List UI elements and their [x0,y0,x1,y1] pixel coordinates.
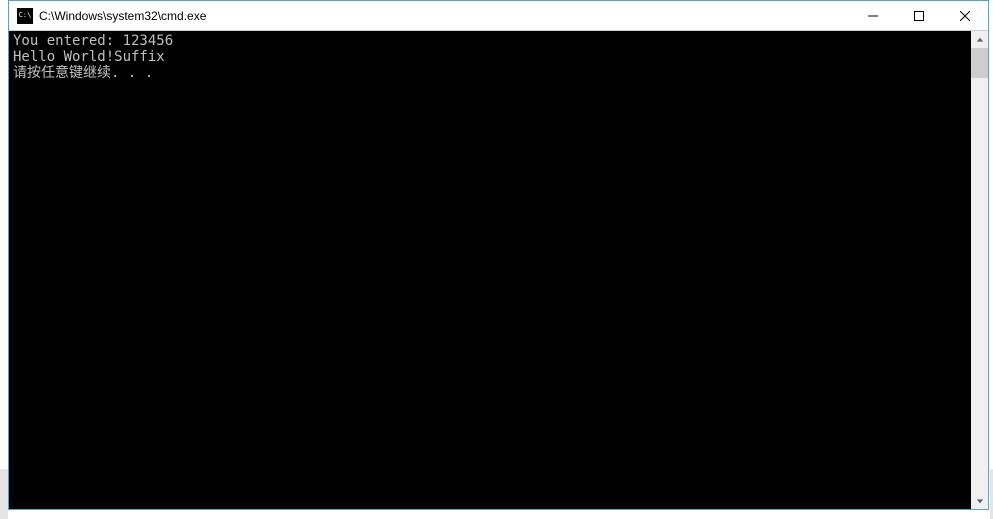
close-icon [960,11,970,21]
maximize-button[interactable] [896,1,942,30]
console-line: 请按任意键继续. . . [13,65,967,81]
cmd-icon [17,8,33,24]
window-title: C:\Windows\system32\cmd.exe [39,9,850,23]
maximize-icon [914,11,924,21]
minimize-icon [868,11,878,21]
background-hint-left [0,469,8,519]
cmd-window: C:\Windows\system32\cmd.exe You entered:… [8,0,989,510]
vertical-scrollbar[interactable] [971,31,988,509]
console-line: You entered: 123456 [13,33,967,49]
scrollbar-up-button[interactable] [971,31,988,48]
minimize-button[interactable] [850,1,896,30]
close-button[interactable] [942,1,988,30]
scrollbar-thumb[interactable] [971,48,988,78]
titlebar[interactable]: C:\Windows\system32\cmd.exe [9,1,988,31]
chevron-up-icon [976,36,984,44]
console-body: You entered: 123456Hello World!Suffix请按任… [9,31,988,509]
scrollbar-track[interactable] [971,48,988,492]
chevron-down-icon [976,497,984,505]
window-controls [850,1,988,30]
console-output[interactable]: You entered: 123456Hello World!Suffix请按任… [9,31,971,509]
scrollbar-down-button[interactable] [971,492,988,509]
console-line: Hello World!Suffix [13,49,967,65]
